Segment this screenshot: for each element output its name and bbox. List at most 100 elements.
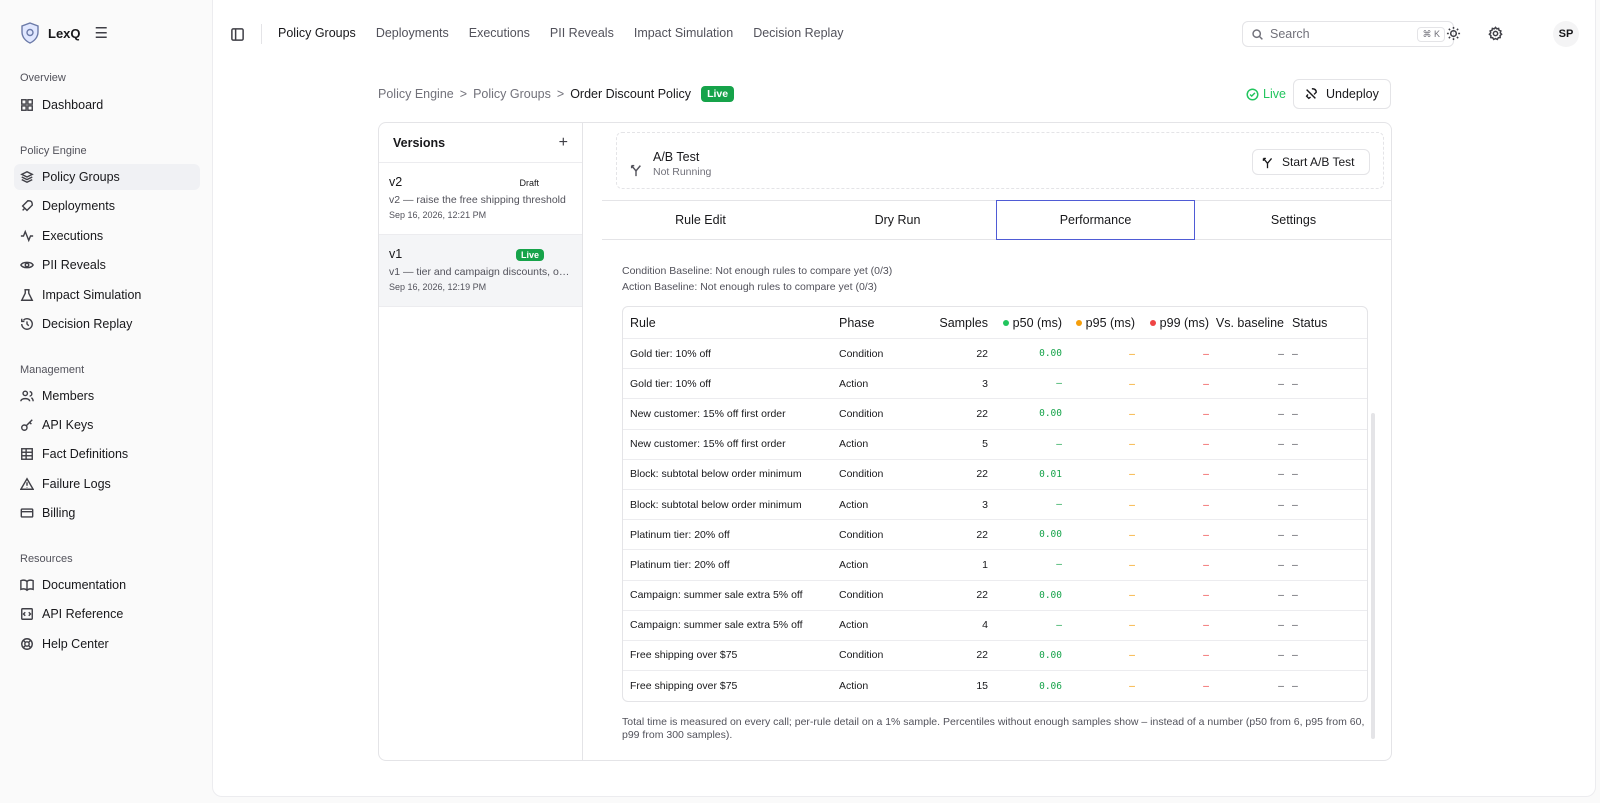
sidebar-item-failure-logs[interactable]: Failure Logs xyxy=(14,471,200,497)
sidebar-item-policy-groups[interactable]: Policy Groups xyxy=(14,164,200,190)
theme-toggle-button[interactable] xyxy=(1444,24,1462,42)
sidebar-item-label: Impact Simulation xyxy=(42,288,142,302)
avatar[interactable]: SP xyxy=(1553,21,1579,47)
rule-cell: Free shipping over $75 xyxy=(630,680,738,693)
tab-performance[interactable]: Performance xyxy=(996,200,1195,240)
col-p99: p99 (ms) xyxy=(1135,316,1209,330)
p99-cell: – xyxy=(1203,468,1209,481)
samples-cell: 22 xyxy=(976,347,988,360)
breadcrumb-item-policy-groups[interactable]: Policy Groups xyxy=(473,87,551,101)
code-icon xyxy=(21,608,33,620)
status-cell: – xyxy=(1292,619,1298,632)
table-row: New customer: 15% off first order Conditi… xyxy=(623,399,1367,430)
p95-legend-dot xyxy=(1075,320,1082,327)
key-icon xyxy=(21,419,33,431)
users-icon xyxy=(20,390,34,402)
menu-icon[interactable]: ☰ xyxy=(95,24,108,42)
live-status: Live xyxy=(1246,87,1286,101)
p99-legend-dot xyxy=(1149,320,1156,327)
sidebar-item-impact-simulation[interactable]: Impact Simulation xyxy=(14,282,200,308)
p95-cell: – xyxy=(1129,680,1135,693)
condition-baseline: Condition Baseline: Not enough rules to … xyxy=(622,265,893,277)
top-tab-policy-groups[interactable]: Policy Groups xyxy=(278,26,356,40)
phase-cell: Action xyxy=(839,558,869,571)
rule-cell: Platinum tier: 20% off xyxy=(630,528,730,541)
samples-cell: 15 xyxy=(976,680,988,693)
phase-cell: Action xyxy=(839,377,869,390)
phase-cell: Condition xyxy=(839,468,884,481)
sidebar-item-deployments[interactable]: Deployments xyxy=(14,193,200,219)
sidebar-item-label: Decision Replay xyxy=(42,317,133,331)
version-date: Sep 16, 2026, 12:19 PM xyxy=(389,282,487,292)
sidebar-item-executions[interactable]: Executions xyxy=(14,223,200,249)
version-tag: Live xyxy=(515,249,544,261)
top-tab-pii-reveals[interactable]: PII Reveals xyxy=(550,26,614,40)
sidebar-item-label: Dashboard xyxy=(42,98,104,112)
tab-settings[interactable]: Settings xyxy=(1195,201,1391,239)
settings-button[interactable] xyxy=(1486,24,1504,42)
p99-cell: – xyxy=(1203,619,1209,632)
vs-baseline-cell: – xyxy=(1278,468,1284,481)
sidebar-item-dashboard[interactable]: Dashboard xyxy=(14,92,200,118)
phase-cell: Condition xyxy=(839,407,884,420)
sidebar-item-members[interactable]: Members xyxy=(14,383,200,409)
vs-baseline-cell: – xyxy=(1278,347,1284,360)
table-row: Free shipping over $75 Condition 22 0.00– – –… xyxy=(623,641,1367,672)
version-description: v2 — raise the free shipping threshold xyxy=(389,194,566,206)
top-nav: Policy Groups Deployments Executions PII… xyxy=(278,26,844,40)
main-panel: Policy Groups Deployments Executions PII… xyxy=(212,0,1596,797)
sidebar-item-billing[interactable]: Billing xyxy=(14,500,200,526)
versions-panel: Versions + v2 Draft v2 — raise the free … xyxy=(379,123,583,760)
samples-cell: 3 xyxy=(982,377,988,390)
col-phase: Phase xyxy=(839,315,875,330)
top-tab-impact-simulation[interactable]: Impact Simulation xyxy=(634,26,733,40)
eye-icon xyxy=(20,261,34,269)
brand[interactable]: LexQ ☰ xyxy=(20,22,108,44)
status-cell: – xyxy=(1292,589,1298,602)
p50-cell: 0.01 xyxy=(1039,468,1062,480)
breadcrumb-separator: > xyxy=(459,87,468,101)
sidebar-item-fact-definitions[interactable]: Fact Definitions xyxy=(14,441,200,467)
status-cell: – xyxy=(1292,407,1298,420)
sidebar-item-label: PII Reveals xyxy=(42,258,106,272)
sidebar-item-documentation[interactable]: Documentation xyxy=(14,572,200,598)
start-ab-test-button[interactable]: Start A/B Test xyxy=(1252,149,1370,175)
sidebar-item-help-center[interactable]: Help Center xyxy=(14,631,200,657)
p95-cell: – xyxy=(1129,377,1135,390)
version-item[interactable]: v2 Draft v2 — raise the free shipping th… xyxy=(379,163,582,235)
live-status-label: Live xyxy=(1263,87,1286,101)
lifebuoy-icon xyxy=(21,638,33,650)
sidebar-item-pii-reveals[interactable]: PII Reveals xyxy=(14,252,200,278)
tab-rule-edit[interactable]: Rule Edit xyxy=(602,201,799,239)
version-item[interactable]: v1 Live v1 — tier and campaign discounts… xyxy=(379,235,582,307)
phase-cell: Condition xyxy=(839,649,884,662)
samples-cell: 22 xyxy=(976,649,988,662)
add-version-button[interactable]: + xyxy=(559,134,568,152)
table-row: Gold tier: 10% off Condition 22 0.00– – – – xyxy=(623,339,1367,370)
sidebar-item-label: Billing xyxy=(42,506,76,520)
table-row: Campaign: summer sale extra 5% off Condit… xyxy=(623,581,1367,611)
top-tab-executions[interactable]: Executions xyxy=(469,26,530,40)
table-icon xyxy=(21,448,33,460)
undeploy-label: Undeploy xyxy=(1326,87,1379,101)
sidebar-item-decision-replay[interactable]: Decision Replay xyxy=(14,311,200,337)
scrollbar[interactable] xyxy=(1371,413,1375,739)
sidebar-toggle-button[interactable] xyxy=(227,24,247,44)
sidebar-item-api-keys[interactable]: API Keys xyxy=(14,412,200,438)
top-tab-deployments[interactable]: Deployments xyxy=(376,26,449,40)
sidebar-item-api-reference[interactable]: API Reference xyxy=(14,601,200,627)
sidebar-item-label: Documentation xyxy=(42,578,127,592)
search-input[interactable]: Search ⌘ K xyxy=(1242,21,1454,47)
tab-dry-run[interactable]: Dry Run xyxy=(799,201,996,239)
undeploy-button[interactable]: Undeploy xyxy=(1293,79,1391,109)
breadcrumb-item-policy-engine[interactable]: Policy Engine xyxy=(378,87,454,101)
col-p95-label: p95 (ms) xyxy=(1085,315,1135,330)
top-tab-decision-replay[interactable]: Decision Replay xyxy=(753,26,843,40)
layers-icon xyxy=(20,170,34,184)
p50-cell: – xyxy=(1056,559,1062,571)
p99-cell: – xyxy=(1203,438,1209,451)
action-baseline: Action Baseline: Not enough rules to com… xyxy=(622,281,878,293)
table-row: Block: subtotal below order minimum Actio… xyxy=(623,490,1367,521)
p99-cell: – xyxy=(1203,377,1209,390)
vs-baseline-cell: – xyxy=(1278,558,1284,571)
